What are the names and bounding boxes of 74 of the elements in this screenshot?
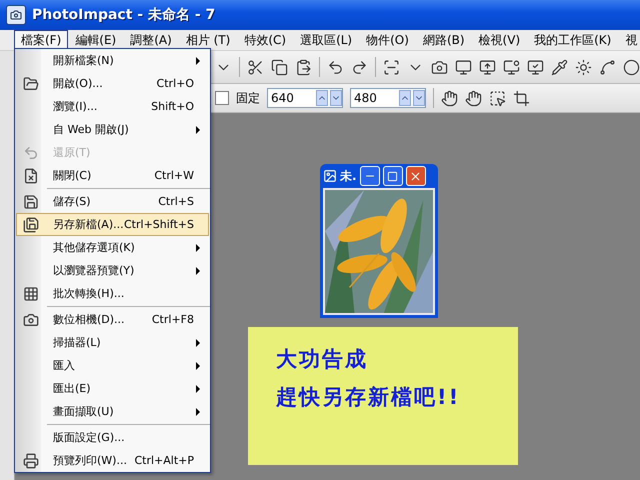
scissors-icon[interactable]	[247, 58, 264, 76]
maximize-button[interactable]	[382, 166, 403, 186]
spin-button[interactable]	[399, 90, 411, 106]
undo-icon	[23, 144, 39, 160]
spin-button[interactable]	[316, 90, 328, 106]
note-text: 大功告成	[276, 346, 369, 373]
camera-icon	[23, 312, 39, 328]
paste-icon[interactable]	[295, 58, 312, 76]
app-icon	[6, 5, 26, 25]
monitor-icon[interactable]	[479, 58, 496, 76]
menu-entry[interactable]: 關閉(C) Ctrl+W	[16, 164, 209, 187]
scanner-icon[interactable]	[383, 58, 400, 76]
menu-entry[interactable]: 匯出(E)	[16, 377, 209, 400]
menu-entry[interactable]: 數位相機(D)... Ctrl+F8	[16, 308, 209, 331]
menu-item[interactable]: 相片 (T)	[178, 30, 238, 50]
eyedropper-icon[interactable]	[551, 58, 568, 76]
width-input[interactable]: 640	[268, 91, 314, 105]
redo-icon[interactable]	[351, 58, 368, 76]
monitor-icon[interactable]	[455, 58, 472, 76]
minimize-button[interactable]	[360, 166, 380, 186]
menu-entry[interactable]: 以瀏覽器預覽(Y)	[16, 259, 209, 282]
copy-icon[interactable]	[271, 58, 288, 76]
menu-entry[interactable]: 儲存(S) Ctrl+S	[16, 190, 209, 213]
menu-item[interactable]: 選取區(L)	[293, 30, 360, 50]
file-close-icon	[23, 168, 39, 184]
menu-item[interactable]: 視	[618, 30, 640, 50]
save-as-icon	[23, 216, 39, 232]
folder-icon	[23, 76, 39, 92]
menu-entry[interactable]: 另存新檔(A)...Ctrl+Shift+S	[16, 213, 209, 236]
save-icon	[23, 194, 39, 210]
menu-item[interactable]: 特效(C)	[237, 30, 294, 50]
curve-icon[interactable]	[599, 58, 616, 76]
dropdown-button[interactable]	[330, 90, 342, 106]
document-title: 未.	[340, 168, 357, 184]
menu-item[interactable]: 物件(O)	[359, 30, 416, 50]
fixed-checkbox[interactable]	[215, 91, 229, 105]
menu-entry[interactable]: 版面設定(G)...	[16, 426, 209, 449]
window-title: PhotoImpact - 未命名 - 7	[32, 6, 216, 24]
menu-entry[interactable]: 開啟(O)... Ctrl+O	[16, 72, 209, 95]
menu-item[interactable]: 我的工作區(K)	[527, 30, 618, 50]
menu-entry[interactable]: 預覽列印(W)... Ctrl+Alt+P	[16, 449, 209, 472]
menu-item[interactable]: 編輯(E)	[68, 30, 124, 50]
selection-icon[interactable]	[489, 90, 506, 106]
printer-icon	[23, 452, 39, 468]
close-button[interactable]	[406, 166, 426, 186]
crop-icon[interactable]	[513, 90, 530, 106]
monitor-icon[interactable]	[503, 58, 520, 76]
maximize-icon	[387, 170, 398, 182]
undo-icon[interactable]	[327, 58, 344, 76]
menu-entry[interactable]: 匯入	[16, 354, 209, 377]
height-field[interactable]: 480	[350, 88, 426, 108]
menu-entry[interactable]: 批次轉換(H)...	[16, 282, 209, 305]
close-icon	[409, 170, 422, 182]
menu-item[interactable]: 網路(B)	[416, 30, 472, 50]
camera-icon[interactable]	[431, 58, 448, 76]
menu-entry[interactable]: 掃描器(L)	[16, 331, 209, 354]
fixed-label: 固定	[236, 90, 260, 106]
sun-icon[interactable]	[575, 58, 592, 76]
note-text: 趕快另存新檔吧!!	[276, 384, 462, 411]
hand-icon[interactable]	[441, 90, 458, 106]
menu-entry[interactable]: 瀏覽(I)... Shift+O	[16, 95, 209, 118]
menu-item[interactable]: 檢視(V)	[472, 30, 528, 50]
grid-icon	[23, 286, 39, 302]
menu-item[interactable]: 調整(A)	[123, 30, 179, 50]
hand-icon[interactable]	[465, 90, 482, 106]
height-input[interactable]: 480	[351, 91, 397, 105]
ellipse-icon[interactable]	[623, 58, 640, 76]
menu-entry[interactable]: 自 Web 開啟(J)	[16, 118, 209, 141]
dropdown-button[interactable]	[413, 90, 425, 106]
document-icon	[323, 169, 337, 183]
monitor-icon[interactable]	[527, 58, 544, 76]
menu-entry[interactable]: 其他儲存選項(K)	[16, 236, 209, 259]
menu-entry[interactable]: 畫面擷取(U)	[16, 400, 209, 423]
width-field[interactable]: 640	[267, 88, 343, 108]
